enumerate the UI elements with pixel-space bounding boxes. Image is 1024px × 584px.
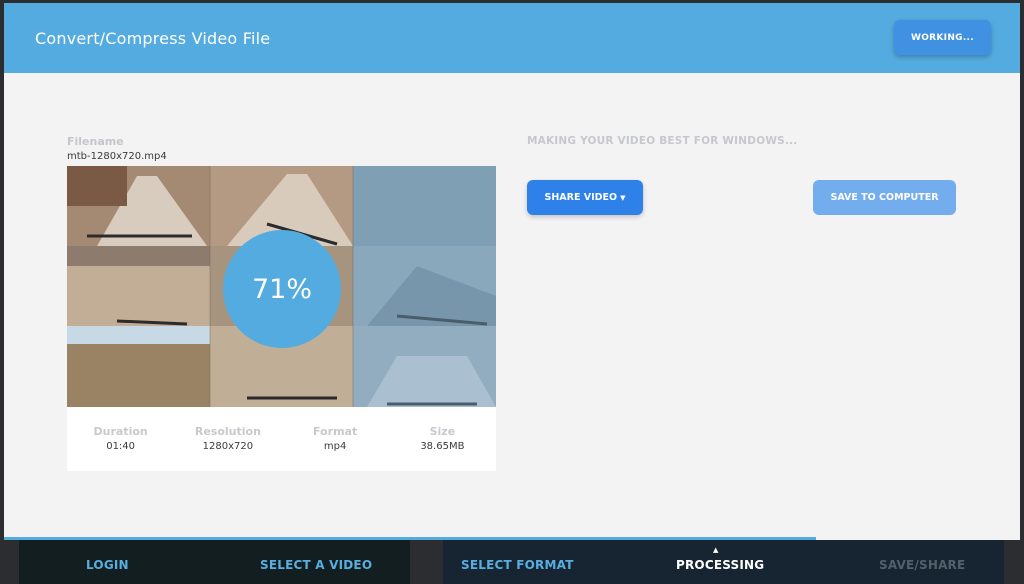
status-message: MAKING YOUR VIDEO BEST FOR WINDOWS...	[527, 135, 798, 147]
meta-label: Resolution	[194, 425, 261, 438]
meta-resolution: Resolution 1280x720	[174, 407, 281, 471]
step-select-video[interactable]: SELECT A VIDEO	[260, 558, 372, 572]
app-window: Convert/Compress Video File WORKING... F…	[4, 3, 1020, 540]
meta-label: Duration	[93, 425, 148, 438]
meta-value: 38.65MB	[420, 441, 465, 452]
working-button[interactable]: WORKING...	[894, 20, 991, 55]
step-login[interactable]: LOGIN	[86, 558, 129, 572]
meta-label: Size	[429, 425, 456, 438]
current-step-marker-icon: ▲	[713, 546, 719, 554]
meta-value: mp4	[323, 441, 347, 452]
step-select-format[interactable]: SELECT FORMAT	[461, 558, 574, 572]
filename-label: Filename	[67, 135, 124, 148]
save-to-computer-button[interactable]: SAVE TO COMPUTER	[813, 180, 956, 215]
filename-value: mtb-1280x720.mp4	[67, 151, 167, 162]
step-processing[interactable]: PROCESSING	[676, 558, 764, 572]
meta-value: 01:40	[106, 441, 136, 452]
app-title: Convert/Compress Video File	[35, 29, 271, 48]
meta-format: Format mp4	[282, 407, 389, 471]
share-video-button[interactable]: SHARE VIDEO ▼	[527, 180, 643, 215]
caret-down-icon: ▼	[620, 193, 626, 202]
header-bar: Convert/Compress Video File WORKING...	[4, 3, 1020, 73]
progress-indicator: 71%	[223, 230, 341, 348]
video-meta: Duration 01:40 Resolution 1280x720 Forma…	[67, 407, 496, 471]
step-save-share[interactable]: SAVE/SHARE	[879, 558, 965, 572]
meta-value: 1280x720	[202, 441, 254, 452]
share-video-label: SHARE VIDEO	[544, 192, 618, 203]
meta-label: Format	[313, 425, 358, 438]
meta-duration: Duration 01:40	[67, 407, 174, 471]
step-progress-bar	[4, 537, 816, 540]
meta-size: Size 38.65MB	[389, 407, 496, 471]
